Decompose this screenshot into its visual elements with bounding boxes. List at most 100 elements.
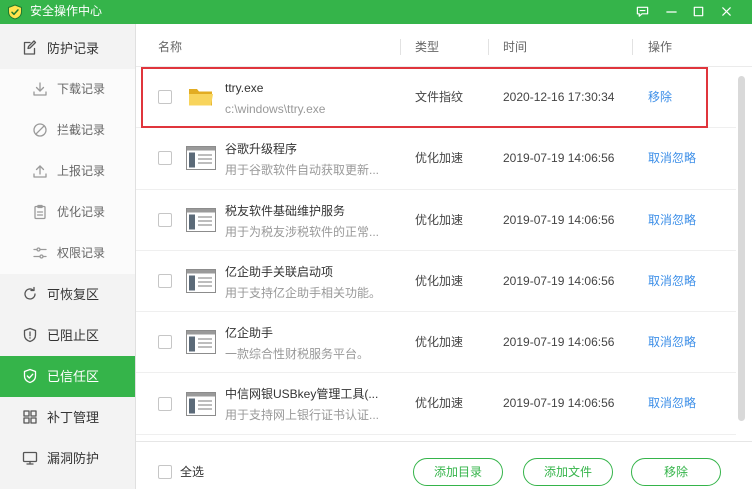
close-button[interactable] (715, 1, 737, 21)
patch-grid-icon (23, 410, 37, 424)
monitor-icon (22, 451, 38, 465)
row-name: 亿企助手 (225, 326, 274, 341)
table-row[interactable]: 亿企助手关联启动项 用于支持亿企助手相关功能。 优化加速 2019-07-19 … (136, 250, 736, 313)
row-checkbox[interactable] (158, 396, 172, 411)
row-type: 优化加速 (415, 212, 464, 227)
add-file-button[interactable]: 添加文件 (523, 458, 613, 486)
sidebar-item-patch-management[interactable]: 补丁管理 (0, 397, 135, 438)
column-header-time: 时间 (503, 40, 528, 54)
select-all-checkbox[interactable] (158, 465, 172, 479)
table-row[interactable]: ttry.exe c:\windows\ttry.exe 文件指纹 2020-1… (136, 67, 736, 129)
app-window-icon (186, 146, 216, 171)
security-center-logo-icon (8, 4, 22, 20)
sliders-icon (33, 247, 47, 259)
folder-icon (189, 89, 213, 106)
row-name: 谷歌升级程序 (225, 142, 298, 157)
row-time: 2019-07-19 14:06:56 (503, 335, 615, 350)
column-header-action: 操作 (648, 40, 673, 54)
sidebar-item-label: 下载记录 (57, 82, 106, 96)
sidebar: 防护记录 下载记录 拦截记录 上报记录 优化记录 权限记录 可恢复区 已阻止区 … (0, 24, 136, 489)
row-time: 2020-12-16 17:30:34 (503, 90, 615, 104)
feedback-button[interactable] (631, 1, 653, 21)
row-description: 用于谷歌软件自动获取更新... (225, 163, 380, 178)
sidebar-item-protection-records[interactable]: 防护记录 (0, 28, 135, 69)
app-window-icon (186, 269, 216, 294)
title-bar[interactable]: 安全操作中心 (0, 0, 752, 24)
shield-check-icon (23, 368, 37, 384)
sidebar-item-label: 已信任区 (47, 369, 100, 384)
table-header: 名称 类型 时间 操作 (136, 24, 752, 67)
footer-bar: 全选 添加目录 添加文件 移除 (136, 441, 752, 489)
row-checkbox[interactable] (158, 151, 172, 166)
app-window-icon (186, 391, 216, 416)
row-type: 优化加速 (415, 151, 464, 166)
column-header-type: 类型 (415, 40, 440, 54)
column-divider (400, 39, 401, 55)
table-row[interactable]: 中信网银USBkey管理工具(... 用于支持网上银行证书认证... 优化加速 … (136, 373, 736, 435)
record-icon (23, 40, 37, 55)
row-type: 优化加速 (415, 396, 464, 411)
row-checkbox[interactable] (158, 90, 172, 105)
sidebar-item-download-records[interactable]: 下载记录 (0, 69, 135, 110)
sidebar-item-label: 可恢复区 (47, 287, 100, 302)
row-action-link[interactable]: 取消忽略 (648, 128, 696, 189)
row-time: 2019-07-19 14:06:56 (503, 273, 615, 288)
row-action-link[interactable]: 取消忽略 (648, 373, 696, 434)
close-icon (721, 6, 731, 16)
row-action-link[interactable]: 取消忽略 (648, 251, 696, 312)
row-type: 文件指纹 (415, 90, 464, 104)
row-description: 用于支持网上银行证书认证... (225, 408, 380, 423)
row-type: 优化加速 (415, 335, 464, 350)
maximize-icon (693, 6, 703, 16)
table-row[interactable]: 税友软件基础维护服务 用于为税友涉税软件的正常... 优化加速 2019-07-… (136, 189, 736, 251)
row-checkbox[interactable] (158, 274, 172, 289)
row-time: 2019-07-19 14:06:56 (503, 396, 615, 411)
remove-button[interactable]: 移除 (631, 458, 721, 486)
sidebar-item-label: 上报记录 (57, 164, 106, 178)
table-row[interactable]: 谷歌升级程序 用于谷歌软件自动获取更新... 优化加速 2019-07-19 1… (136, 128, 736, 190)
feedback-icon (636, 6, 648, 17)
row-description: c:\windows\ttry.exe (225, 102, 326, 116)
row-description: 一款综合性财税服务平台。 (225, 347, 370, 362)
row-name: 中信网银USBkey管理工具(... (225, 387, 379, 402)
column-header-name: 名称 (158, 40, 183, 54)
minimize-button[interactable] (660, 1, 682, 21)
row-name: ttry.exe (225, 81, 264, 95)
sidebar-item-block-records[interactable]: 拦截记录 (0, 110, 135, 151)
row-action-link[interactable]: 移除 (648, 67, 672, 128)
row-description: 用于支持亿企助手相关功能。 (225, 285, 382, 300)
row-description: 用于为税友涉税软件的正常... (225, 224, 380, 239)
upload-icon (33, 165, 47, 178)
sidebar-item-label: 权限记录 (57, 246, 106, 260)
maximize-button[interactable] (687, 1, 709, 21)
scrollbar-thumb[interactable] (738, 76, 745, 421)
row-checkbox[interactable] (158, 335, 172, 350)
sidebar-item-report-records[interactable]: 上报记录 (0, 151, 135, 192)
column-divider (632, 39, 633, 55)
window-title: 安全操作中心 (30, 4, 103, 18)
sidebar-item-vulnerability-protection[interactable]: 漏洞防护 (0, 438, 135, 479)
row-action-link[interactable]: 取消忽略 (648, 190, 696, 251)
sidebar-item-label: 拦截记录 (57, 123, 106, 137)
select-all-label[interactable]: 全选 (180, 463, 204, 481)
row-time: 2019-07-19 14:06:56 (503, 212, 615, 227)
shield-alert-icon (23, 327, 37, 343)
row-action-link[interactable]: 取消忽略 (648, 312, 696, 373)
restore-icon (24, 286, 36, 300)
sidebar-item-trusted-zone[interactable]: 已信任区 (0, 356, 135, 397)
table-row[interactable]: 亿企助手 一款综合性财税服务平台。 优化加速 2019-07-19 14:06:… (136, 312, 736, 374)
row-checkbox[interactable] (158, 212, 172, 227)
sidebar-item-blocked-zone[interactable]: 已阻止区 (0, 315, 135, 356)
trusted-zone-panel: 名称 类型 时间 操作 ttry.exe c:\windows\ttry.exe… (136, 24, 752, 489)
block-icon (33, 123, 47, 137)
column-divider (488, 39, 489, 55)
row-type: 优化加速 (415, 273, 464, 288)
sidebar-item-label: 防护记录 (47, 41, 100, 56)
clipboard-icon (34, 204, 46, 220)
download-icon (33, 82, 47, 96)
sidebar-item-recoverable-zone[interactable]: 可恢复区 (0, 274, 135, 315)
sidebar-item-label: 优化记录 (57, 205, 106, 219)
sidebar-item-permission-records[interactable]: 权限记录 (0, 233, 135, 274)
sidebar-item-optimize-records[interactable]: 优化记录 (0, 192, 135, 233)
add-folder-button[interactable]: 添加目录 (413, 458, 503, 486)
